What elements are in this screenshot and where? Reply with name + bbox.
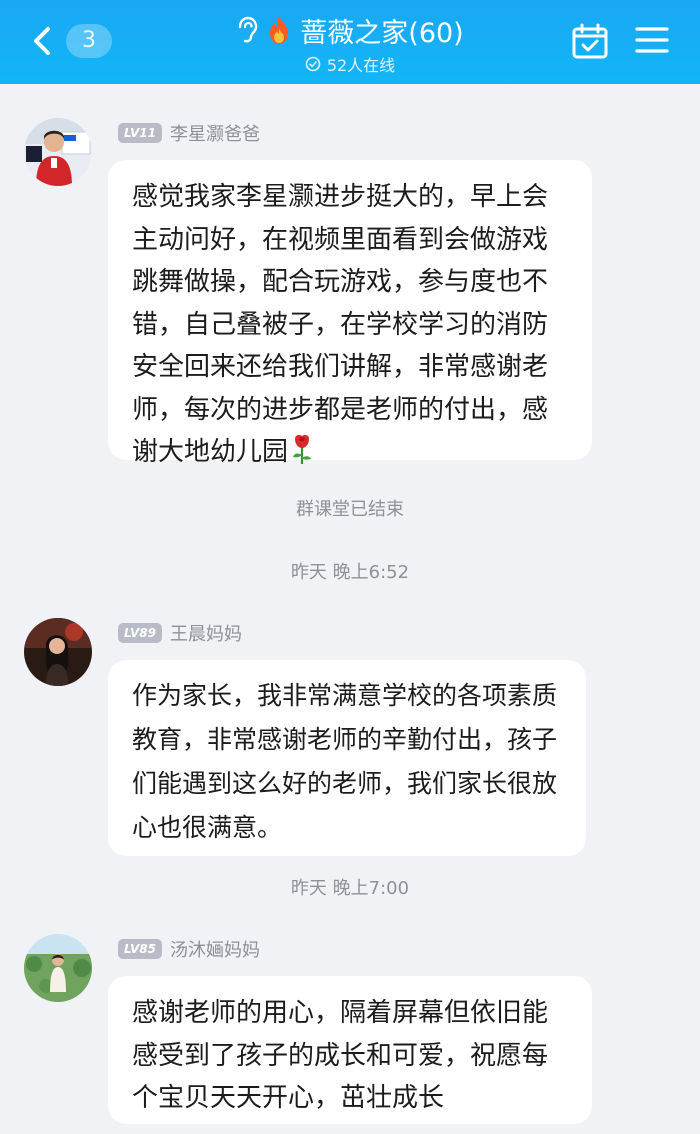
sender-name[interactable]: 李星灏爸爸 bbox=[170, 120, 260, 146]
sender-name[interactable]: 汤沐婳妈妈 bbox=[170, 936, 260, 962]
hamburger-menu-icon[interactable] bbox=[634, 22, 670, 58]
online-count: 52人在线 bbox=[326, 56, 396, 75]
message-text: 感谢老师的用心，隔着屏幕但依旧能感受到了孩子的成长和可爱，祝愿每个宝贝天天开心，… bbox=[132, 998, 549, 1113]
level-badge: LV85 bbox=[118, 939, 162, 959]
message-bubble[interactable]: 作为家长，我非常满意学校的各项素质教育，非常感谢老师的辛勤付出，孩子们能遇到这么… bbox=[108, 660, 586, 856]
level-badge: LV11 bbox=[118, 123, 162, 143]
chat-header: 3 蔷薇之家(60) 52人在线 bbox=[0, 0, 700, 84]
back-button[interactable]: 3 bbox=[28, 18, 128, 64]
avatar-photo bbox=[24, 118, 92, 186]
level-badge: LV89 bbox=[118, 623, 162, 643]
avatar[interactable] bbox=[24, 934, 92, 1002]
avatar-photo bbox=[24, 618, 92, 686]
avatar[interactable] bbox=[24, 618, 92, 686]
sender-name[interactable]: 王晨妈妈 bbox=[170, 620, 242, 646]
unread-count-badge: 3 bbox=[66, 24, 112, 58]
system-notice: 群课堂已结束 bbox=[296, 499, 404, 520]
message-bubble[interactable]: 感谢老师的用心，隔着屏幕但依旧能感受到了孩子的成长和可爱，祝愿每个宝贝天天开心，… bbox=[108, 976, 592, 1124]
message-text: 作为家长，我非常满意学校的各项素质教育，非常感谢老师的辛勤付出，孩子们能遇到这么… bbox=[132, 681, 558, 842]
avatar[interactable] bbox=[24, 118, 92, 186]
flame-icon bbox=[270, 16, 289, 44]
rose-emoji-icon bbox=[293, 435, 312, 464]
sender-line: LV89 王晨妈妈 bbox=[118, 620, 242, 646]
timestamp: 昨天 晚上7:00 bbox=[290, 878, 410, 899]
ear-icon bbox=[239, 16, 258, 43]
sender-line: LV85 汤沐婳妈妈 bbox=[118, 936, 260, 962]
sender-line: LV11 李星灏爸爸 bbox=[118, 120, 260, 146]
calendar-check-icon[interactable] bbox=[570, 22, 610, 62]
chevron-left-icon bbox=[34, 27, 50, 55]
check-circle-icon bbox=[305, 56, 321, 72]
group-title-area[interactable]: 蔷薇之家(60) 52人在线 bbox=[180, 8, 520, 76]
timestamp: 昨天 晚上6:52 bbox=[290, 562, 410, 583]
online-status: 52人在线 bbox=[180, 52, 520, 76]
message-text: 感觉我家李星灏进步挺大的，早上会主动问好，在视频里面看到会做游戏跳舞做操，配合玩… bbox=[132, 182, 549, 467]
avatar-photo bbox=[24, 934, 92, 1002]
message-bubble[interactable]: 感觉我家李星灏进步挺大的，早上会主动问好，在视频里面看到会做游戏跳舞做操，配合玩… bbox=[108, 160, 592, 467]
group-title: 蔷薇之家(60) bbox=[300, 17, 464, 49]
